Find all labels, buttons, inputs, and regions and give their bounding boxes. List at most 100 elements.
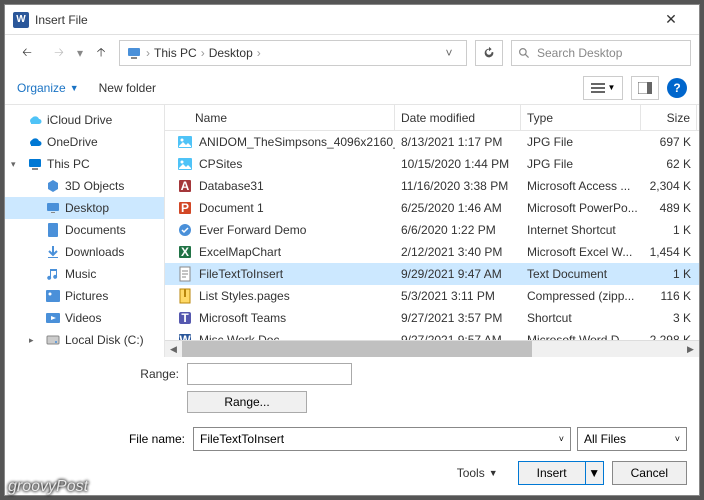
column-header-date[interactable]: Date modified	[395, 105, 521, 130]
back-button[interactable]: 🡠	[13, 39, 41, 67]
up-button[interactable]: 🡡	[87, 39, 115, 67]
expand-icon: ▾	[11, 159, 23, 170]
breadcrumb-separator-icon: ›	[201, 46, 205, 60]
sidebar-item-label: iCloud Drive	[47, 113, 112, 127]
pc-icon	[126, 45, 142, 61]
music-icon	[45, 266, 61, 282]
horizontal-scrollbar[interactable]: ◀ ▶	[165, 340, 699, 357]
file-date: 6/6/2020 1:22 PM	[395, 223, 521, 237]
file-type: Text Document	[521, 267, 641, 281]
scroll-track[interactable]	[182, 341, 682, 358]
search-input[interactable]: Search Desktop	[511, 40, 691, 66]
view-icon	[591, 82, 605, 94]
sidebar-item-documents[interactable]: Documents	[5, 219, 164, 241]
sidebar-item-this-pc[interactable]: ▾This PC	[5, 153, 164, 175]
file-date: 6/25/2020 1:46 AM	[395, 201, 521, 215]
range-input[interactable]	[187, 363, 352, 385]
sidebar-item-downloads[interactable]: Downloads	[5, 241, 164, 263]
breadcrumb-desktop[interactable]: Desktop	[209, 46, 253, 60]
sidebar-item-3d-objects[interactable]: 3D Objects	[5, 175, 164, 197]
recent-locations-button[interactable]: ▾	[77, 46, 83, 60]
file-type: Microsoft Excel W...	[521, 245, 641, 259]
refresh-button[interactable]	[475, 40, 503, 66]
file-row[interactable]: TMicrosoft Teams9/27/2021 3:57 PMShortcu…	[165, 307, 699, 329]
file-name: Microsoft Teams	[199, 311, 286, 325]
file-name: FileTextToInsert	[199, 267, 283, 281]
file-row[interactable]: Ever Forward Demo6/6/2020 1:22 PMInterne…	[165, 219, 699, 241]
column-header-size[interactable]: Size	[641, 105, 697, 130]
help-button[interactable]: ?	[667, 78, 687, 98]
sidebar-item-label: Downloads	[65, 245, 124, 259]
insert-button[interactable]: Insert	[518, 461, 586, 485]
sidebar-item-onedrive[interactable]: OneDrive	[5, 131, 164, 153]
cube-icon	[45, 178, 61, 194]
file-date: 8/13/2021 1:17 PM	[395, 135, 521, 149]
scroll-left-button[interactable]: ◀	[165, 341, 182, 358]
file-row[interactable]: XExcelMapChart2/12/2021 3:40 PMMicrosoft…	[165, 241, 699, 263]
sidebar-item-label: OneDrive	[47, 135, 98, 149]
column-header-name[interactable]: Name	[165, 105, 395, 130]
breadcrumb-this-pc[interactable]: This PC	[154, 46, 197, 60]
range-button[interactable]: Range...	[187, 391, 307, 413]
watermark: groovyPost	[8, 478, 88, 496]
filename-label: File name:	[17, 432, 187, 446]
file-size: 116 K	[641, 289, 697, 303]
bottom-panel: Range: Range... File name: FileTextToIns…	[5, 357, 699, 495]
sidebar-item-music[interactable]: Music	[5, 263, 164, 285]
file-filter-combobox[interactable]: All Files ˅	[577, 427, 687, 451]
file-row[interactable]: List Styles.pages5/3/2021 3:11 PMCompres…	[165, 285, 699, 307]
sidebar-item-label: 3D Objects	[65, 179, 124, 193]
file-row[interactable]: ANIDOM_TheSimpsons_4096x2160_018/13/2021…	[165, 131, 699, 153]
new-folder-button[interactable]: New folder	[99, 81, 156, 95]
file-row[interactable]: ADatabase3111/16/2020 3:38 PMMicrosoft A…	[165, 175, 699, 197]
address-dropdown-button[interactable]: ˅	[438, 46, 460, 60]
close-button[interactable]: ✕	[651, 7, 691, 33]
excel-file-icon: X	[177, 244, 193, 260]
sidebar-item-label: Local Disk (C:)	[65, 333, 144, 347]
navigation-pane[interactable]: iCloud Drive OneDrive ▾This PC 3D Objects De…	[5, 105, 165, 357]
file-row[interactable]: FileTextToInsert9/29/2021 9:47 AMText Do…	[165, 263, 699, 285]
insert-split-button[interactable]: Insert ▼	[518, 461, 604, 485]
navigation-bar: 🡠 🡢 ▾ 🡡 › This PC › Desktop › ˅ Search D…	[5, 35, 699, 71]
refresh-icon	[482, 46, 496, 60]
file-row[interactable]: WMisc Work Doc9/27/2021 9:57 AMMicrosoft…	[165, 329, 699, 340]
file-row[interactable]: CPSites10/15/2020 1:44 PMJPG File62 K	[165, 153, 699, 175]
column-header-type[interactable]: Type	[521, 105, 641, 130]
sidebar-item-pictures[interactable]: Pictures	[5, 285, 164, 307]
file-size: 1,454 K	[641, 245, 697, 259]
address-bar[interactable]: › This PC › Desktop › ˅	[119, 40, 467, 66]
insert-dropdown-button[interactable]: ▼	[586, 461, 604, 485]
file-name: Database31	[199, 179, 264, 193]
desktop-icon	[45, 200, 61, 216]
view-options-button[interactable]: ▼	[583, 76, 623, 100]
filename-combobox[interactable]: FileTextToInsert ˅	[193, 427, 571, 451]
sidebar-item-icloud-drive[interactable]: iCloud Drive	[5, 109, 164, 131]
titlebar: W Insert File ✕	[5, 5, 699, 35]
sidebar-item-desktop[interactable]: Desktop	[5, 197, 164, 219]
file-name: List Styles.pages	[199, 289, 290, 303]
forward-button[interactable]: 🡢	[45, 39, 73, 67]
file-row[interactable]: PDocument 16/25/2020 1:46 AMMicrosoft Po…	[165, 197, 699, 219]
pane-icon	[638, 82, 652, 94]
file-name: Misc Work Doc	[199, 333, 279, 340]
sidebar-item-local-disk-c-[interactable]: ▸ Local Disk (C:)	[5, 329, 164, 351]
file-type: JPG File	[521, 157, 641, 171]
organize-button[interactable]: Organize▼	[17, 81, 79, 95]
main-panel: iCloud Drive OneDrive ▾This PC 3D Objects De…	[5, 105, 699, 357]
file-type: Internet Shortcut	[521, 223, 641, 237]
svg-text:A: A	[181, 179, 190, 193]
command-bar: Organize▼ New folder ▼ ?	[5, 71, 699, 105]
file-name: ExcelMapChart	[199, 245, 281, 259]
file-list[interactable]: ANIDOM_TheSimpsons_4096x2160_018/13/2021…	[165, 131, 699, 340]
range-label: Range:	[17, 367, 187, 381]
txt-file-icon	[177, 266, 193, 282]
preview-pane-button[interactable]	[631, 76, 659, 100]
scroll-right-button[interactable]: ▶	[682, 341, 699, 358]
expand-icon: ▸	[29, 335, 41, 346]
sidebar-item-label: Desktop	[65, 201, 109, 215]
search-icon	[518, 47, 531, 60]
tools-button[interactable]: Tools▼	[457, 466, 498, 480]
cancel-button[interactable]: Cancel	[612, 461, 687, 485]
scroll-thumb[interactable]	[182, 341, 532, 358]
sidebar-item-videos[interactable]: Videos	[5, 307, 164, 329]
